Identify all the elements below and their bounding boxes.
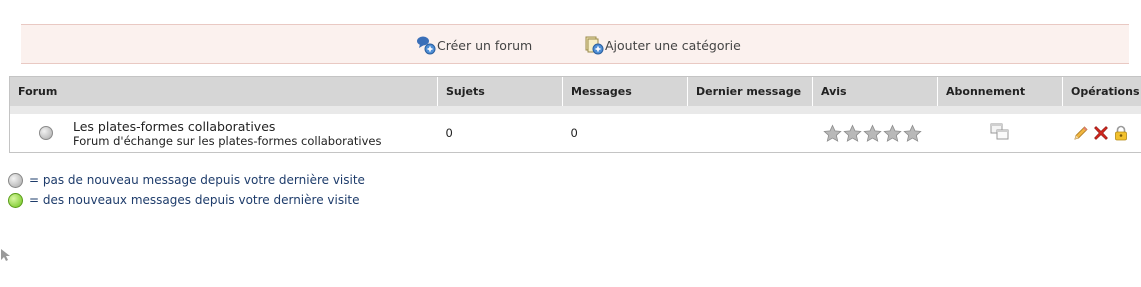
no-new-messages-dot-icon xyxy=(39,126,53,140)
legend-new-text: = des nouveaux messages depuis votre der… xyxy=(29,193,360,207)
star-empty-icon[interactable] xyxy=(902,124,922,143)
legend: = pas de nouveau message depuis votre de… xyxy=(8,170,365,210)
column-header-operations: Opérations xyxy=(1062,76,1141,106)
create-forum-label: Créer un forum xyxy=(437,37,533,53)
legend-no-new-text: = pas de nouveau message depuis votre de… xyxy=(29,173,365,187)
last-message xyxy=(687,114,813,153)
add-category-button[interactable]: Ajouter une catégorie xyxy=(584,35,741,55)
rating-cell xyxy=(812,114,938,153)
star-empty-icon[interactable] xyxy=(842,124,862,143)
column-header-rating[interactable]: Avis xyxy=(812,76,938,106)
add-category-label: Ajouter une catégorie xyxy=(605,37,741,53)
column-header-subscription[interactable]: Abonnement xyxy=(937,76,1063,106)
legend-new: = des nouveaux messages depuis votre der… xyxy=(8,190,365,210)
create-forum-icon xyxy=(416,35,436,55)
messages-count: 0 xyxy=(562,114,688,153)
forum-cell: Les plates-formes collaboratives Forum d… xyxy=(9,114,438,153)
lock-icon[interactable] xyxy=(1113,125,1129,141)
column-header-last-message[interactable]: Dernier message xyxy=(687,76,813,106)
edit-pencil-icon[interactable] xyxy=(1073,125,1089,141)
star-empty-icon[interactable] xyxy=(862,124,882,143)
column-header-messages[interactable]: Messages xyxy=(562,76,688,106)
forum-title-link[interactable]: Les plates-formes collaboratives xyxy=(73,119,275,134)
create-forum-button[interactable]: Créer un forum xyxy=(416,35,532,55)
forum-description: Forum d'échange sur les plates-formes co… xyxy=(73,134,382,148)
column-header-topics[interactable]: Sujets xyxy=(437,76,563,106)
operations-cell xyxy=(1062,114,1141,153)
column-header-forum[interactable]: Forum xyxy=(9,76,438,106)
delete-x-icon[interactable] xyxy=(1093,125,1109,141)
table-row: Les plates-formes collaboratives Forum d… xyxy=(9,114,1141,153)
category-separator xyxy=(9,106,1141,114)
subscribe-windows-icon[interactable] xyxy=(990,123,1010,141)
subscription-cell xyxy=(937,114,1063,153)
green-dot-icon xyxy=(8,192,23,208)
category-separator-row xyxy=(9,106,1141,114)
star-empty-icon[interactable] xyxy=(822,124,842,143)
rating-stars[interactable] xyxy=(822,124,938,143)
grey-dot-icon xyxy=(8,172,23,188)
table-header-row: Forum Sujets Messages Dernier message Av… xyxy=(9,76,1141,106)
mouse-cursor-icon xyxy=(1,249,10,261)
forum-toolbar: Créer un forum Ajouter une catégorie xyxy=(21,24,1129,64)
forum-table: Forum Sujets Messages Dernier message Av… xyxy=(9,76,1141,153)
topics-count: 0 xyxy=(437,114,563,153)
add-category-icon xyxy=(584,35,604,55)
legend-no-new: = pas de nouveau message depuis votre de… xyxy=(8,170,365,190)
star-empty-icon[interactable] xyxy=(882,124,902,143)
